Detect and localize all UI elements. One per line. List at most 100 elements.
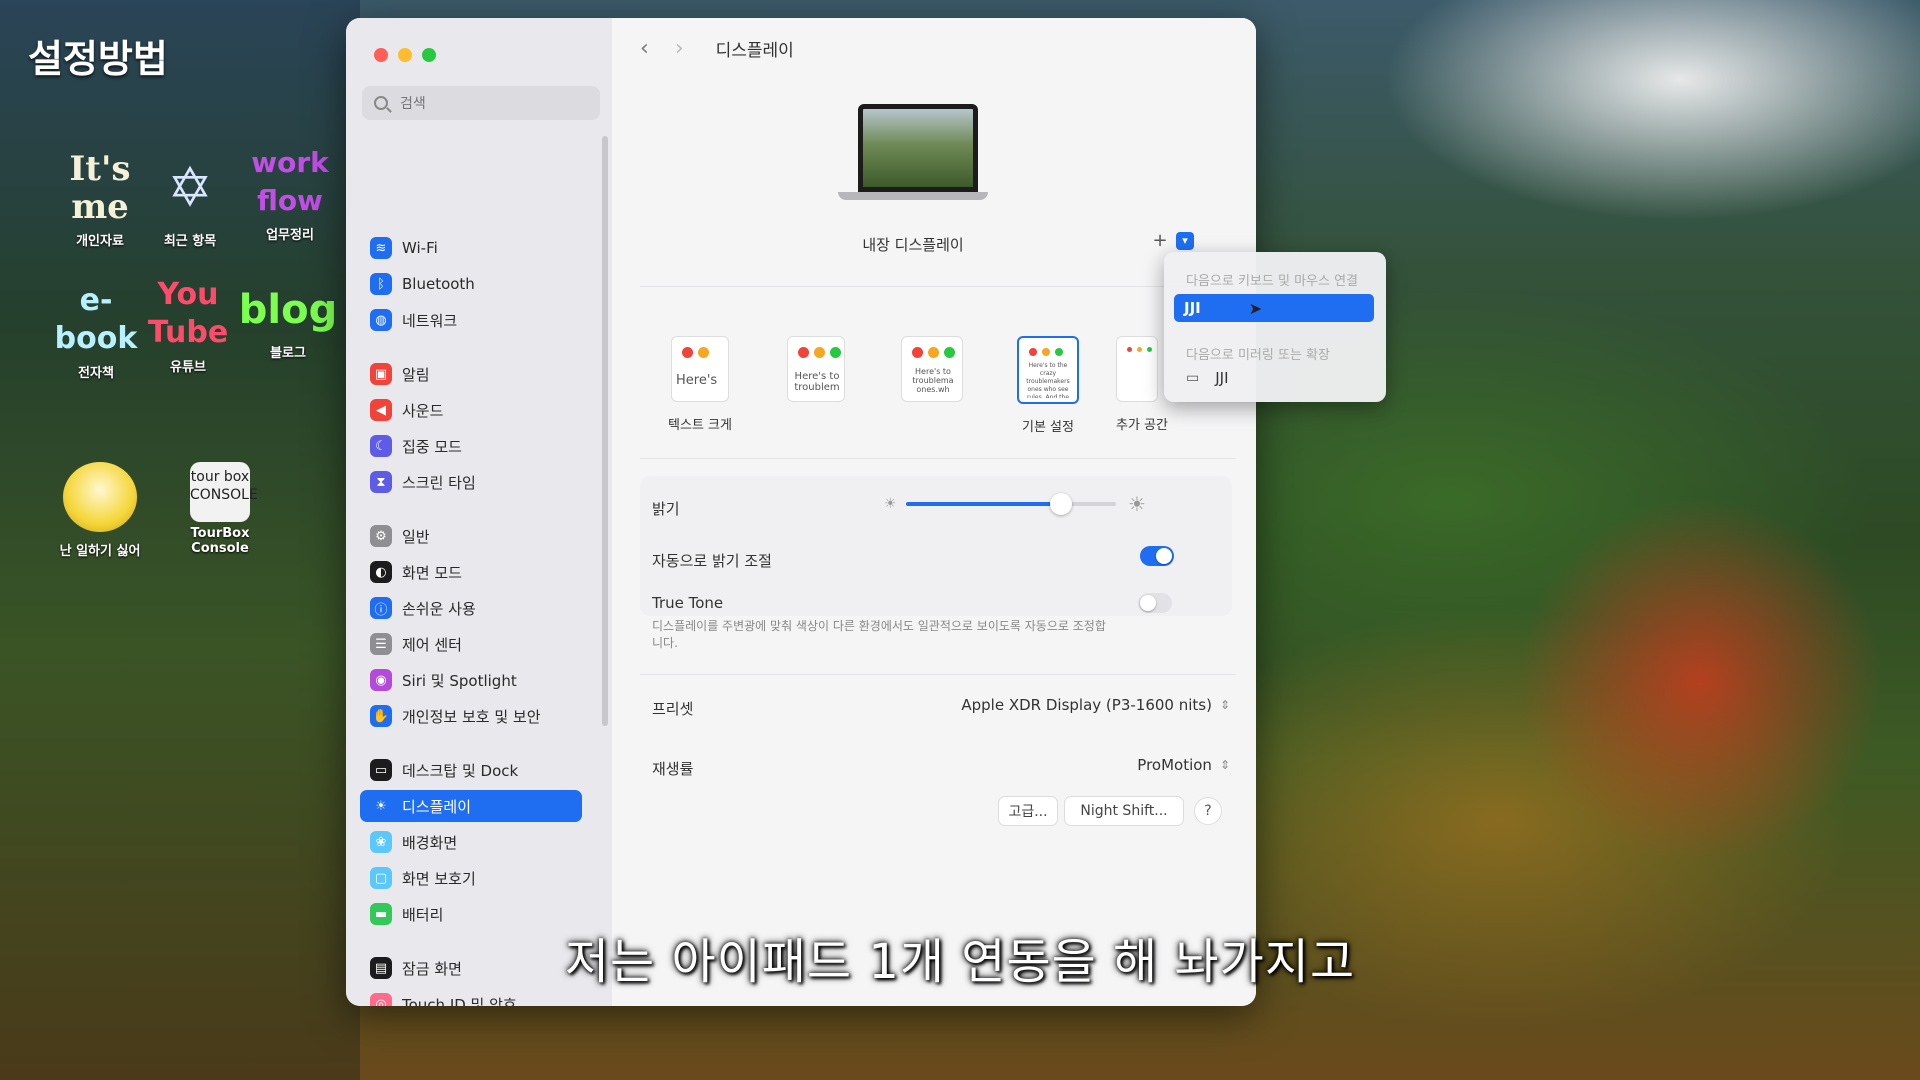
menu-option-keyboard-jji[interactable]: JJI ➤: [1174, 294, 1374, 322]
display-pane: ‹ › 디스플레이 내장 디스플레이 + ▾ Here's 텍스트 크게 Her…: [612, 18, 1256, 1006]
sidebar-item[interactable]: ⓘ 손쉬운 사용: [360, 592, 582, 624]
accessibility-icon: ⓘ: [370, 597, 392, 619]
search-input[interactable]: [398, 94, 582, 112]
video-subtitle: 저는 아이패드 1개 연동을 해 놔가지고: [564, 934, 1356, 990]
sidebar-item[interactable]: ❀ 배경화면: [360, 826, 582, 858]
resolution-option-3[interactable]: Here's to troublema ones.wh: [884, 336, 980, 435]
touchid-icon: ◎: [370, 993, 392, 1006]
desktop-icon-ebook[interactable]: e-book 전자책: [46, 282, 146, 381]
sidebar-item[interactable]: ◀ 사운드: [360, 394, 582, 426]
auto-brightness-toggle[interactable]: [1140, 546, 1174, 566]
desktop-icon-label: 최근 항목: [163, 234, 217, 249]
sidebar-item-label: 배경화면: [402, 833, 458, 852]
page-title: 디스플레이: [715, 41, 794, 61]
laptop-display-icon[interactable]: [838, 104, 988, 224]
close-button[interactable]: [374, 48, 388, 62]
divider: [640, 674, 1236, 675]
sidebar-item[interactable]: ▣ 알림: [360, 358, 582, 390]
minimize-button[interactable]: [398, 48, 412, 62]
search-field[interactable]: [362, 86, 600, 120]
menu-header-mirror: 다음으로 미러링 또는 확장: [1186, 348, 1330, 363]
privacy-icon: ✋: [370, 705, 392, 727]
updown-chevron-icon: ⇕: [1219, 758, 1230, 772]
notifications-icon: ▣: [370, 363, 392, 385]
sidebar: ≋ Wi-Fi ᛒ Bluetooth ◍ 네트워크 ▣ 알림 ◀ 사운드 ☾ 집중 모드 ⧗ 스크린 타…: [346, 18, 612, 1006]
sidebar-item[interactable]: ◐ 화면 모드: [360, 556, 582, 588]
sidebar-item-label: 화면 모드: [402, 563, 462, 582]
advanced-button[interactable]: 고급...: [998, 796, 1058, 826]
resolution-option-2[interactable]: Here's to troublem: [768, 336, 864, 435]
sun-large-icon: ☀: [1128, 492, 1146, 516]
desktop-icon-blog[interactable]: blog 블로그: [238, 282, 338, 361]
display-icon: ▭: [1186, 370, 1200, 386]
sidebar-item[interactable]: ⚙ 일반: [360, 520, 582, 552]
preset-label: 프리셋: [652, 700, 694, 718]
sidebar-item[interactable]: ☰ 제어 센터: [360, 628, 582, 660]
brightness-slider[interactable]: [906, 493, 1116, 515]
sidebar-item-label: Wi-Fi: [402, 239, 438, 257]
zoom-button[interactable]: [422, 48, 436, 62]
sidebar-item-label: 제어 센터: [402, 635, 462, 654]
sidebar-scrollbar[interactable]: [602, 136, 608, 726]
resolution-option-default[interactable]: Here's to the crazy troublemakers ones w…: [1000, 336, 1096, 435]
updown-chevron-icon: ⇕: [1219, 698, 1230, 712]
wallpaper-icon: ❀: [370, 831, 392, 853]
sidebar-item[interactable]: ✋ 개인정보 보호 및 보안: [360, 700, 582, 732]
desktop-icon-tourbox[interactable]: tour box CONSOLE TourBox Console: [160, 462, 280, 556]
help-button[interactable]: ?: [1194, 797, 1222, 825]
chevron-down-icon[interactable]: ▾: [1176, 231, 1194, 250]
sidebar-item-label: 집중 모드: [402, 437, 462, 456]
sidebar-item[interactable]: ◍ 네트워크: [360, 304, 582, 336]
desktop-icon-personal[interactable]: It's me 개인자료: [50, 150, 150, 249]
display-icon: ☀: [370, 795, 392, 817]
sidebar-item-label: 손쉬운 사용: [402, 599, 476, 618]
sidebar-item-label: Touch ID 및 암호: [402, 995, 517, 1007]
desktop-icon-label: 난 일하기 싫어: [59, 544, 141, 559]
sidebar-item-label: Siri 및 Spotlight: [402, 671, 517, 690]
sidebar-item[interactable]: ☀ 디스플레이: [360, 790, 582, 822]
display-name-label: 내장 디스플레이: [862, 236, 964, 254]
true-tone-toggle[interactable]: [1138, 593, 1172, 613]
back-chevron-icon[interactable]: ‹: [640, 36, 649, 61]
sidebar-item[interactable]: ▢ 화면 보호기: [360, 862, 582, 894]
resolution-option-large-text[interactable]: Here's 텍스트 크게: [652, 336, 748, 435]
desktop-icon-duck[interactable]: 난 일하기 싫어: [50, 462, 150, 559]
focus-icon: ☾: [370, 435, 392, 457]
true-tone-label: True Tone: [652, 594, 724, 612]
desktop-icon-workflow[interactable]: work flow 업무정리: [240, 144, 340, 243]
video-title: 설정방법: [28, 37, 168, 81]
system-settings-window: ≋ Wi-Fi ᛒ Bluetooth ◍ 네트워크 ▣ 알림 ◀ 사운드 ☾ 집중 모드 ⧗ 스크린 타…: [346, 18, 1256, 1006]
sidebar-item[interactable]: ▭ 데스크탑 및 Dock: [360, 754, 582, 786]
menu-option-mirror-jji[interactable]: ▭ JJI: [1174, 364, 1374, 392]
sidebar-item[interactable]: ᛒ Bluetooth: [360, 268, 582, 300]
desktop-icon-youtube[interactable]: You Tube 유튜브: [138, 276, 238, 375]
sidebar-item-label: 네트워크: [402, 311, 458, 330]
desktop-icon-recents[interactable]: ✡ 최근 항목: [140, 150, 240, 249]
slider-knob[interactable]: [1050, 493, 1073, 515]
refresh-rate-popup[interactable]: ProMotion ⇕: [1137, 756, 1230, 774]
wifi-icon: ≋: [370, 237, 392, 259]
sidebar-item[interactable]: ◉ Siri 및 Spotlight: [360, 664, 582, 696]
desktop-icon-label: 전자책: [78, 366, 114, 381]
refresh-rate-value: ProMotion: [1137, 756, 1212, 774]
plus-icon[interactable]: +: [1150, 230, 1170, 251]
menu-header-keyboard: 다음으로 키보드 및 마우스 연결: [1186, 274, 1359, 289]
sidebar-item-label: 데스크탑 및 Dock: [402, 761, 519, 780]
resolution-label: 추가 공간: [1116, 418, 1168, 433]
brightness-label: 밝기: [652, 500, 680, 518]
toolbar: ‹ › 디스플레이: [640, 36, 794, 61]
network-icon: ◍: [370, 309, 392, 331]
youtube-icon: You Tube: [147, 277, 229, 350]
siri-icon: ◉: [370, 669, 392, 691]
sidebar-item-label: 일반: [402, 527, 430, 546]
sidebar-item[interactable]: ☾ 집중 모드: [360, 430, 582, 462]
preset-popup[interactable]: Apple XDR Display (P3-1600 nits) ⇕: [961, 696, 1230, 714]
sun-small-icon: ☀: [884, 496, 897, 512]
desktop-icon-label: TourBox Console: [190, 526, 250, 556]
sidebar-item[interactable]: ⧗ 스크린 타임: [360, 466, 582, 498]
night-shift-button[interactable]: Night Shift...: [1064, 796, 1184, 826]
tourbox-icon: tour box CONSOLE: [160, 462, 280, 522]
forward-chevron-icon[interactable]: ›: [675, 36, 684, 61]
star-icon: ✡: [167, 156, 213, 219]
sidebar-item[interactable]: ≋ Wi-Fi: [360, 232, 582, 264]
